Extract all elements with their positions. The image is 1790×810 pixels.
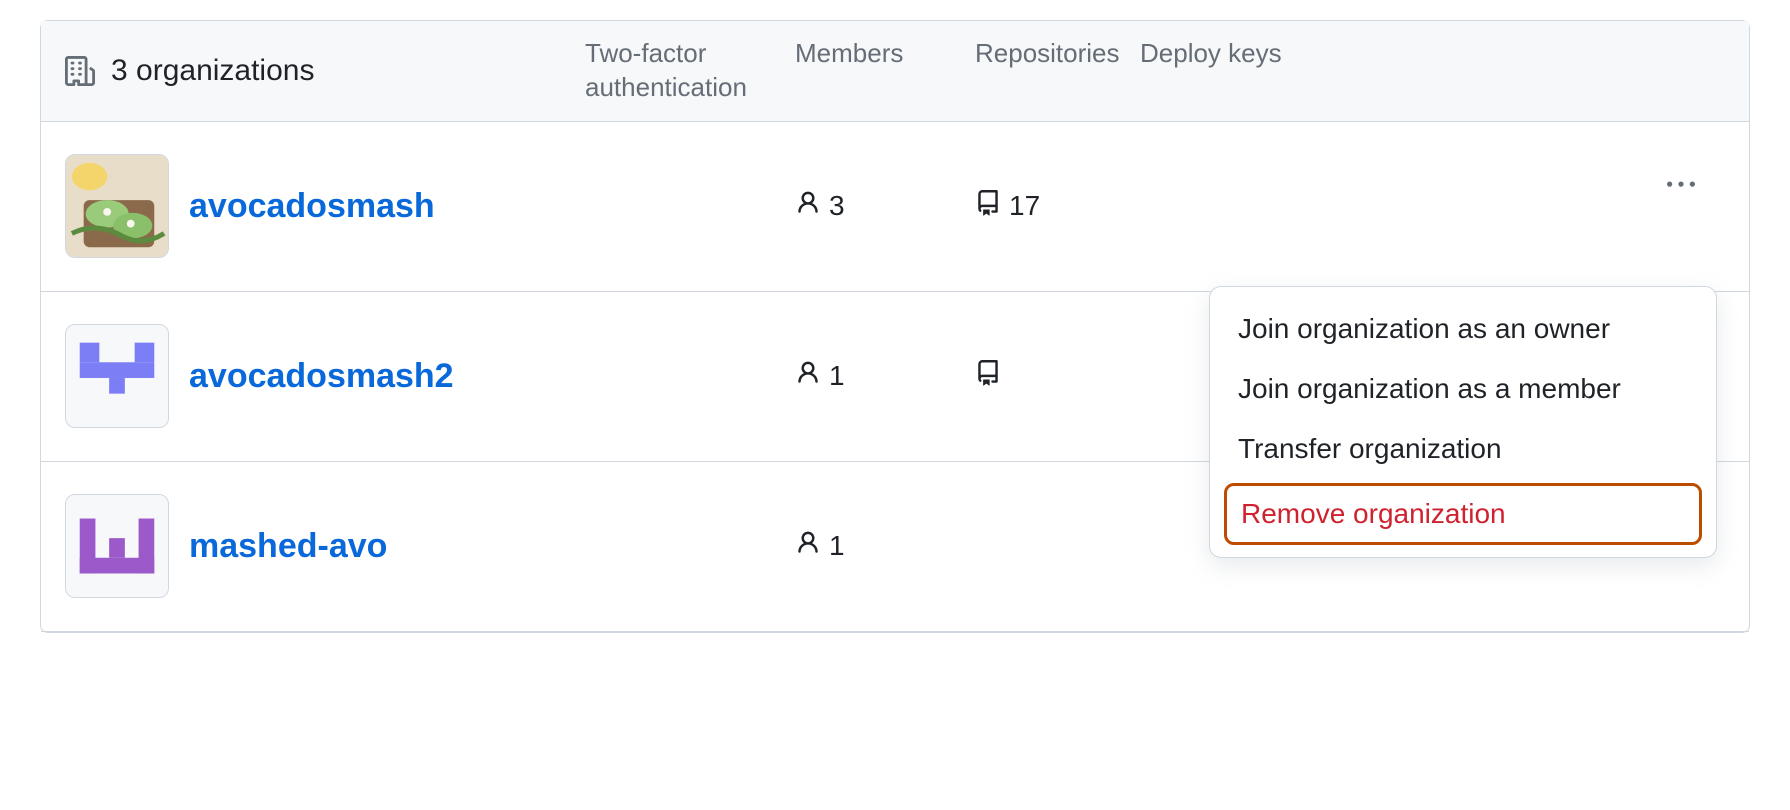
person-icon bbox=[795, 360, 821, 393]
organization-icon bbox=[65, 56, 95, 86]
repo-icon bbox=[975, 190, 1001, 223]
org-name-link[interactable]: mashed-avo bbox=[189, 527, 387, 566]
row-actions-menu-button[interactable] bbox=[1661, 170, 1701, 200]
cell-members: 1 bbox=[795, 360, 975, 393]
org-columns: 3 17 bbox=[585, 190, 1725, 223]
person-icon bbox=[795, 530, 821, 563]
menu-item-remove[interactable]: Remove organization bbox=[1224, 483, 1702, 545]
organizations-panel: 3 organizations Two-factor authenticatio… bbox=[40, 20, 1750, 633]
org-main: mashed-avo bbox=[65, 494, 585, 598]
menu-item-join-owner[interactable]: Join organization as an owner bbox=[1210, 299, 1716, 359]
org-name-link[interactable]: avocadosmash2 bbox=[189, 357, 454, 396]
members-count: 3 bbox=[829, 190, 845, 222]
org-avatar[interactable] bbox=[65, 154, 169, 258]
org-name-link[interactable]: avocadosmash bbox=[189, 187, 435, 226]
repos-count: 17 bbox=[1009, 190, 1040, 222]
org-avatar[interactable] bbox=[65, 494, 169, 598]
cell-members: 1 bbox=[795, 530, 975, 563]
org-avatar[interactable] bbox=[65, 324, 169, 428]
cell-repos: 17 bbox=[975, 190, 1140, 223]
members-count: 1 bbox=[829, 530, 845, 562]
org-main: avocadosmash2 bbox=[65, 324, 585, 428]
members-count: 1 bbox=[829, 360, 845, 392]
header-title-text: 3 organizations bbox=[111, 54, 314, 88]
row-actions-dropdown: Join organization as an owner Join organ… bbox=[1209, 286, 1717, 558]
org-main: avocadosmash bbox=[65, 154, 585, 258]
repo-icon bbox=[975, 360, 1001, 393]
menu-item-join-member[interactable]: Join organization as a member bbox=[1210, 359, 1716, 419]
column-header-tfa: Two-factor authentication bbox=[585, 37, 795, 105]
column-header-repositories: Repositories bbox=[975, 37, 1140, 105]
column-header-deploy-keys: Deploy keys bbox=[1140, 37, 1290, 105]
column-header-members: Members bbox=[795, 37, 975, 105]
organizations-header: 3 organizations Two-factor authenticatio… bbox=[41, 21, 1749, 122]
cell-members: 3 bbox=[795, 190, 975, 223]
organization-row: avocadosmash 3 17 bbox=[41, 122, 1749, 292]
person-icon bbox=[795, 190, 821, 223]
header-title-group: 3 organizations bbox=[65, 54, 585, 88]
cell-repos bbox=[975, 360, 1140, 393]
header-columns: Two-factor authentication Members Reposi… bbox=[585, 37, 1725, 105]
menu-item-transfer[interactable]: Transfer organization bbox=[1210, 419, 1716, 479]
